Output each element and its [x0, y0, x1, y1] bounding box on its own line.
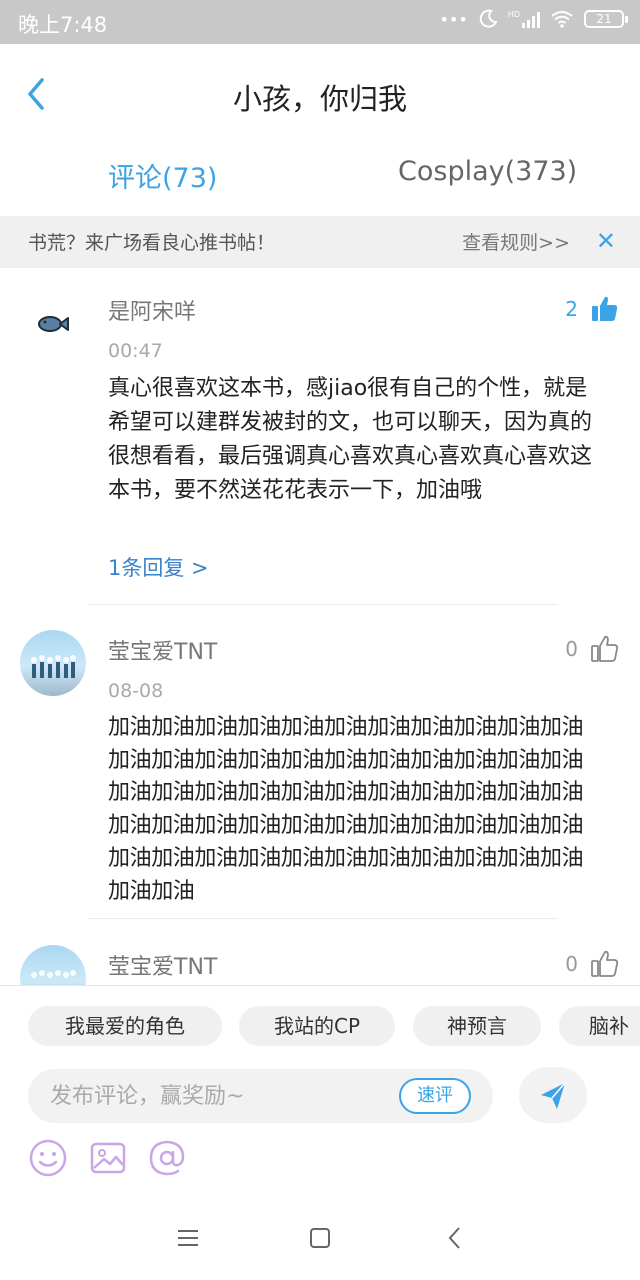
username[interactable]: 莹宝爱TNT	[108, 949, 217, 981]
signal-icon: HD	[508, 10, 540, 28]
tab-comments[interactable]: 评论(73)	[108, 156, 217, 195]
home-square-icon[interactable]	[305, 1223, 335, 1253]
header-bar: 小孩，你归我	[0, 44, 640, 144]
like-count: 0	[565, 952, 578, 976]
comment-text: 加油加油加油加油加油加油加油加油加油加油加油加油加油加油加油加油加油加油加油加油…	[108, 715, 584, 904]
quick-tag-chip[interactable]: 脑补	[559, 1006, 640, 1046]
comment-input[interactable]	[50, 1079, 380, 1113]
like-control[interactable]: 0	[565, 634, 620, 664]
send-button[interactable]	[519, 1067, 587, 1123]
close-icon[interactable]: ✕	[596, 227, 616, 255]
divider	[88, 604, 558, 605]
quick-tag-chip[interactable]: 我最爱的角色	[28, 1006, 222, 1046]
status-bar: 晚上7:48 ••• HD 21	[0, 0, 640, 44]
status-icons: ••• HD 21	[439, 9, 628, 29]
comment-text: 真心很喜欢这本书，感jiao很有自己的个性，就是希望可以建群发被封的文，也可以聊…	[108, 376, 593, 503]
thumbs-up-icon[interactable]	[590, 949, 620, 979]
group-photo-avatar-icon	[31, 655, 76, 678]
comment-composer: 我最爱的角色 我站的CP 神预言 脑补 速评	[0, 985, 640, 1195]
avatar[interactable]	[20, 290, 86, 356]
system-nav-bar	[0, 1195, 640, 1280]
comment-input-container: 速评	[28, 1069, 493, 1123]
tab-bar: 评论(73) Cosplay(373)	[0, 144, 640, 216]
view-rules-link[interactable]: 查看规则>>	[462, 228, 570, 255]
like-control[interactable]: 0	[565, 949, 620, 979]
battery-icon: 21	[584, 10, 628, 28]
thumbs-up-filled-icon[interactable]	[590, 294, 620, 324]
divider	[88, 918, 558, 919]
wifi-icon	[551, 11, 573, 28]
mention-icon[interactable]	[147, 1138, 187, 1178]
moon-icon	[479, 9, 498, 28]
back-icon[interactable]	[440, 1223, 470, 1253]
banner-text[interactable]: 书荒？来广场看良心推书帖！	[28, 228, 275, 255]
fish-avatar-icon	[38, 316, 69, 332]
more-dots-icon: •••	[439, 9, 468, 29]
like-control[interactable]: 2	[565, 294, 620, 324]
emoji-icon[interactable]	[28, 1138, 68, 1178]
username[interactable]: 莹宝爱TNT	[108, 634, 217, 666]
comment-time: 00:47	[108, 340, 163, 362]
paper-plane-icon	[541, 1082, 566, 1109]
avatar[interactable]	[20, 630, 86, 696]
quick-tag-chip[interactable]: 我站的CP	[239, 1006, 395, 1046]
page-title: 小孩，你归我	[232, 82, 407, 116]
tab-cosplay[interactable]: Cosplay(373)	[398, 156, 577, 187]
promo-banner[interactable]: 书荒？来广场看良心推书帖！ 查看规则>> ✕	[0, 216, 640, 268]
thumbs-up-icon[interactable]	[590, 634, 620, 664]
like-count: 0	[565, 637, 578, 661]
username[interactable]: 是阿宋咩	[108, 294, 196, 326]
replies-link[interactable]: 1条回复 >	[108, 552, 209, 582]
comment-time: 08-08	[108, 680, 164, 702]
menu-icon[interactable]	[173, 1223, 203, 1253]
image-icon[interactable]	[88, 1138, 128, 1178]
like-count: 2	[565, 297, 578, 321]
quick-tag-chip[interactable]: 神预言	[413, 1006, 541, 1046]
status-time: 晚上7:48	[18, 13, 108, 37]
quick-comment-button[interactable]: 速评	[399, 1078, 471, 1114]
